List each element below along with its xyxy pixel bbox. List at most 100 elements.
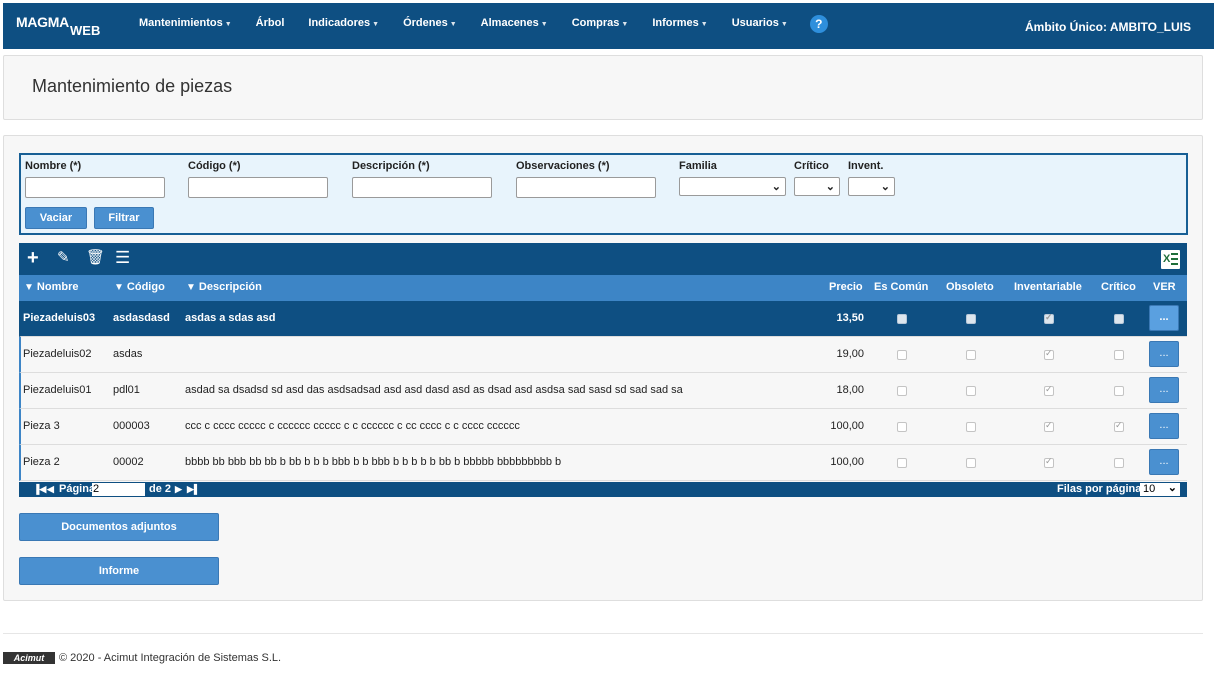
table-row[interactable]: Piezadeluis03 asdasdasd asdas a sdas asd… — [19, 301, 1187, 337]
nav-item-usuarios[interactable]: Usuarios ▼ — [720, 3, 800, 49]
chevron-down-icon: ⌄ — [1167, 482, 1177, 494]
nav-item-label: Almacenes — [480, 17, 539, 29]
table-row[interactable]: Piezadeluis02 asdas 19,00 ... — [19, 337, 1187, 373]
nav-item-mantenimientos[interactable]: Mantenimientos ▼ — [127, 3, 244, 49]
cell-nombre: Piezadeluis02 — [23, 348, 92, 360]
obsoleto-checkbox[interactable] — [966, 314, 976, 324]
col-obsoleto[interactable]: Obsoleto — [946, 281, 994, 293]
filter-descripcion-label: Descripción (*) — [352, 160, 430, 172]
prev-page-icon[interactable]: ◀ — [47, 484, 54, 495]
cell-nombre: Pieza 2 — [23, 456, 60, 468]
filtrar-button[interactable]: Filtrar — [94, 207, 154, 229]
es-comun-checkbox[interactable] — [897, 458, 907, 468]
ver-button[interactable]: ... — [1149, 377, 1179, 403]
col-inventariable[interactable]: Inventariable — [1014, 281, 1082, 293]
nav-item-arbol[interactable]: Árbol — [244, 3, 297, 49]
critico-select[interactable]: ⌄ — [794, 177, 840, 196]
rows-per-page-select[interactable]: 10 ⌄ — [1140, 482, 1180, 496]
ver-button[interactable]: ... — [1149, 413, 1179, 439]
obsoleto-checkbox[interactable] — [966, 422, 976, 432]
inventariable-checkbox[interactable] — [1044, 384, 1054, 396]
rows-per-page-label: Filas por página: — [1057, 483, 1146, 495]
nav-item-informes[interactable]: Informes ▼ — [640, 3, 719, 49]
ver-button[interactable]: ... — [1149, 341, 1179, 367]
filter-icon[interactable]: ▼ — [114, 282, 124, 293]
ver-button[interactable]: ... — [1149, 305, 1179, 331]
next-page-icon[interactable]: ▶ — [175, 484, 182, 495]
inventariable-checkbox[interactable] — [1044, 420, 1054, 432]
critico-checkbox[interactable] — [1114, 458, 1124, 468]
informe-button[interactable]: Informe — [19, 557, 219, 585]
es-comun-checkbox[interactable] — [897, 350, 907, 360]
documentos-adjuntos-button[interactable]: Documentos adjuntos — [19, 513, 219, 541]
col-nombre[interactable]: ▼ Nombre — [24, 281, 78, 293]
codigo-input[interactable] — [188, 177, 328, 198]
pager: ▐◀ ◀ Página 2 de 2 ▶ ▶▌ Filas por página… — [19, 482, 1187, 497]
nav-item-almacenes[interactable]: Almacenes ▼ — [469, 3, 560, 49]
rows-per-page-value: 10 — [1143, 483, 1156, 495]
familia-select[interactable]: ⌄ — [679, 177, 786, 196]
nav-item-label: Informes — [652, 17, 699, 29]
critico-checkbox[interactable] — [1114, 350, 1124, 360]
critico-checkbox[interactable] — [1114, 314, 1124, 324]
grid-toolbar: + ✎ 🗑 ☰ X — [19, 243, 1187, 275]
filter-observaciones: Observaciones (*) — [516, 160, 610, 178]
filter-observaciones-label: Observaciones (*) — [516, 160, 610, 172]
nav-item-ordenes[interactable]: Órdenes ▼ — [391, 3, 469, 49]
obsoleto-checkbox[interactable] — [966, 458, 976, 468]
critico-checkbox[interactable] — [1114, 420, 1124, 432]
col-codigo-label: Código — [126, 281, 165, 293]
cell-nombre: Piezadeluis03 — [23, 312, 96, 324]
cell-precio: 13,50 — [836, 312, 864, 324]
col-es-comun[interactable]: Es Común — [874, 281, 928, 293]
col-critico[interactable]: Crítico — [1101, 281, 1136, 293]
es-comun-checkbox[interactable] — [897, 386, 907, 396]
list-icon[interactable]: ☰ — [115, 249, 130, 267]
inventariable-checkbox[interactable] — [1044, 312, 1054, 324]
table-row[interactable]: Pieza 2 00002 bbbb bb bbb bb bb b bb b b… — [19, 445, 1187, 481]
descripcion-input[interactable] — [352, 177, 492, 198]
caret-down-icon: ▼ — [780, 21, 788, 28]
title-panel: Mantenimiento de piezas — [3, 55, 1203, 120]
caret-down-icon: ▼ — [540, 21, 548, 28]
filter-icon[interactable]: ▼ — [24, 282, 34, 293]
last-page-icon[interactable]: ▶▌ — [187, 484, 200, 495]
nav-item-indicadores[interactable]: Indicadores ▼ — [296, 3, 391, 49]
vaciar-button[interactable]: Vaciar — [25, 207, 87, 229]
inventariable-checkbox[interactable] — [1044, 348, 1054, 360]
help-icon[interactable]: ? — [809, 14, 828, 33]
cell-nombre: Pieza 3 — [23, 420, 60, 432]
cell-precio: 100,00 — [830, 456, 864, 468]
nombre-input[interactable] — [25, 177, 165, 198]
col-descripcion[interactable]: ▼ Descripción — [186, 281, 262, 293]
obsoleto-checkbox[interactable] — [966, 350, 976, 360]
add-icon[interactable]: + — [27, 248, 39, 268]
edit-icon[interactable]: ✎ — [57, 249, 70, 267]
filter-familia: Familia — [679, 160, 717, 178]
cell-precio: 18,00 — [836, 384, 864, 396]
es-comun-checkbox[interactable] — [897, 422, 907, 432]
col-nombre-label: Nombre — [36, 281, 79, 293]
caret-down-icon: ▼ — [700, 21, 708, 28]
col-codigo[interactable]: ▼ Código — [114, 281, 165, 293]
brand-logo[interactable]: MAGMA WEB — [16, 3, 116, 49]
ver-button[interactable]: ... — [1149, 449, 1179, 475]
filter-critico-label: Crítico — [794, 160, 829, 172]
critico-checkbox[interactable] — [1114, 386, 1124, 396]
delete-icon[interactable]: 🗑 — [86, 249, 105, 267]
table-row[interactable]: Pieza 3 000003 ccc c cccc ccccc c cccccc… — [19, 409, 1187, 445]
table-row[interactable]: Piezadeluis01 pdl01 asdad sa dsadsd sd a… — [19, 373, 1187, 409]
es-comun-checkbox[interactable] — [897, 314, 907, 324]
page-number-input[interactable]: 2 — [92, 483, 145, 496]
excel-export-icon[interactable]: X — [1161, 250, 1180, 269]
col-precio[interactable]: Precio — [829, 281, 863, 293]
filter-icon[interactable]: ▼ — [186, 282, 196, 293]
inventariable-checkbox[interactable] — [1044, 456, 1054, 468]
invent-select[interactable]: ⌄ — [848, 177, 895, 196]
nav-item-compras[interactable]: Compras ▼ — [560, 3, 641, 49]
observaciones-input[interactable] — [516, 177, 656, 198]
obsoleto-checkbox[interactable] — [966, 386, 976, 396]
filter-nombre-label: Nombre (*) — [25, 160, 82, 172]
first-page-icon[interactable]: ▐◀ — [33, 484, 46, 495]
filter-box: Nombre (*) Código (*) Descripción (*) Ob… — [19, 153, 1188, 235]
